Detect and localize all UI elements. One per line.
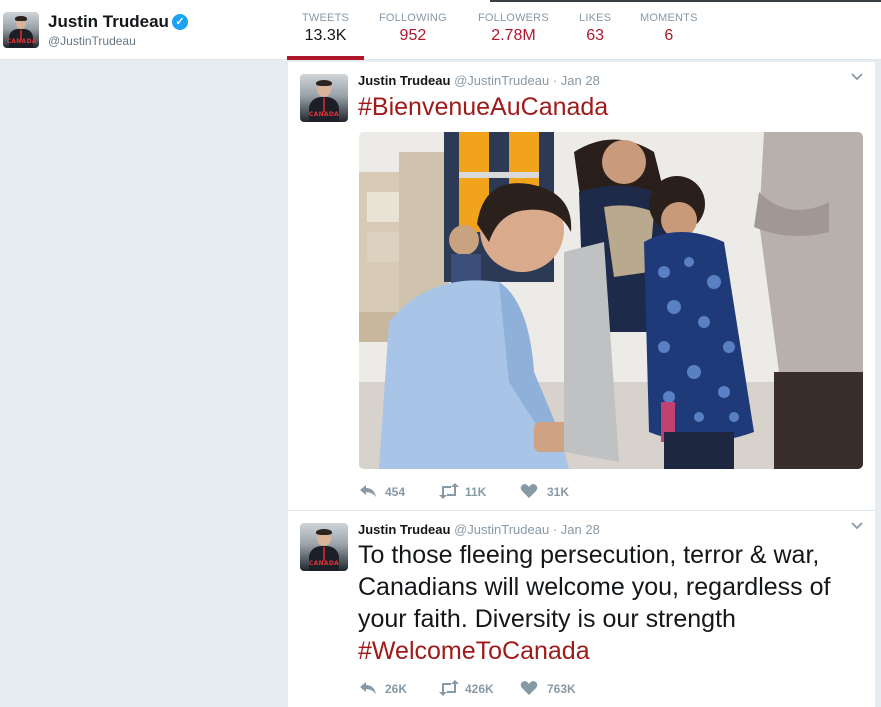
chevron-down-icon[interactable] bbox=[850, 70, 864, 84]
stat-label: FOLLOWERS bbox=[478, 12, 549, 24]
tweet[interactable]: CANADA Justin Trudeau @JustinTrudeau · J… bbox=[288, 511, 875, 707]
tweet-author-handle[interactable]: @JustinTrudeau bbox=[454, 73, 549, 88]
stat-label: MOMENTS bbox=[640, 12, 698, 24]
photo-image bbox=[359, 132, 863, 469]
tweet[interactable]: CANADA Justin Trudeau @JustinTrudeau · J… bbox=[288, 62, 875, 511]
scrollbar-gutter bbox=[875, 62, 881, 707]
stat-value: 952 bbox=[399, 27, 427, 44]
hashtag-link[interactable]: #BienvenueAuCanada bbox=[358, 93, 608, 121]
tweet-avatar[interactable]: CANADA bbox=[300, 523, 348, 571]
tweet-author-name[interactable]: Justin Trudeau bbox=[358, 73, 450, 88]
separator: · bbox=[552, 522, 558, 537]
chevron-down-icon[interactable] bbox=[850, 519, 864, 533]
profile-name[interactable]: Justin Trudeau ✓ bbox=[48, 12, 188, 32]
stat-followers[interactable]: FOLLOWERS 2.78M bbox=[478, 12, 549, 45]
reply-count: 454 bbox=[385, 485, 406, 499]
stat-label: FOLLOWING bbox=[379, 12, 447, 24]
stat-moments[interactable]: MOMENTS 6 bbox=[640, 12, 698, 45]
heart-icon bbox=[520, 681, 538, 695]
tweet-avatar[interactable]: CANADA bbox=[300, 74, 348, 122]
like-count: 763K bbox=[547, 682, 576, 696]
hashtag-link[interactable]: #WelcomeToCanada bbox=[358, 637, 590, 665]
tweet-actions: 454 11K 31K bbox=[358, 483, 618, 499]
tweet-photo[interactable] bbox=[359, 132, 863, 469]
retweet-count: 426K bbox=[465, 682, 494, 696]
tweet-date[interactable]: Jan 28 bbox=[561, 522, 600, 537]
stat-following[interactable]: FOLLOWING 952 bbox=[379, 12, 447, 45]
tweet-text: #BienvenueAuCanada bbox=[358, 91, 868, 123]
retweet-icon bbox=[439, 483, 459, 499]
profile-avatar[interactable]: CANADA bbox=[3, 12, 39, 48]
stat-label: LIKES bbox=[579, 12, 612, 24]
reply-icon bbox=[360, 682, 376, 694]
stat-tweets[interactable]: TWEETS 13.3K bbox=[302, 12, 349, 45]
tweet-author-handle[interactable]: @JustinTrudeau bbox=[454, 522, 549, 537]
separator: · bbox=[552, 73, 558, 88]
reply-count: 26K bbox=[385, 682, 408, 696]
retweet-icon bbox=[439, 680, 459, 696]
avatar-tag: CANADA bbox=[6, 38, 37, 46]
active-tab-indicator bbox=[287, 56, 364, 60]
verified-badge-icon: ✓ bbox=[171, 14, 188, 30]
profile-handle[interactable]: @JustinTrudeau bbox=[48, 34, 136, 48]
like-count: 31K bbox=[547, 485, 570, 499]
stat-value: 6 bbox=[664, 27, 674, 44]
reply-icon bbox=[360, 485, 376, 497]
stat-value: 2.78M bbox=[491, 27, 536, 44]
stat-likes[interactable]: LIKES 63 bbox=[579, 12, 611, 45]
retweet-count: 11K bbox=[465, 485, 487, 499]
stat-value: 13.3K bbox=[304, 27, 347, 44]
stat-value: 63 bbox=[586, 27, 604, 44]
tweet-date[interactable]: Jan 28 bbox=[561, 73, 600, 88]
tweet-author-name[interactable]: Justin Trudeau bbox=[358, 522, 450, 537]
heart-icon bbox=[520, 484, 538, 498]
tweet-header: Justin Trudeau @JustinTrudeau · Jan 28 bbox=[358, 73, 600, 88]
tweet-actions: 26K 426K 763K bbox=[358, 680, 618, 696]
stat-label: TWEETS bbox=[302, 12, 350, 24]
tweet-timeline: CANADA Justin Trudeau @JustinTrudeau · J… bbox=[288, 62, 875, 707]
header-image-edge bbox=[490, 0, 881, 2]
tweet-text: To those fleeing persecution, terror & w… bbox=[358, 539, 868, 667]
tweet-header: Justin Trudeau @JustinTrudeau · Jan 28 bbox=[358, 522, 600, 537]
tweet-body: To those fleeing persecution, terror & w… bbox=[358, 541, 831, 633]
profile-nav-bar: CANADA Justin Trudeau ✓ @JustinTrudeau TW… bbox=[0, 0, 881, 60]
